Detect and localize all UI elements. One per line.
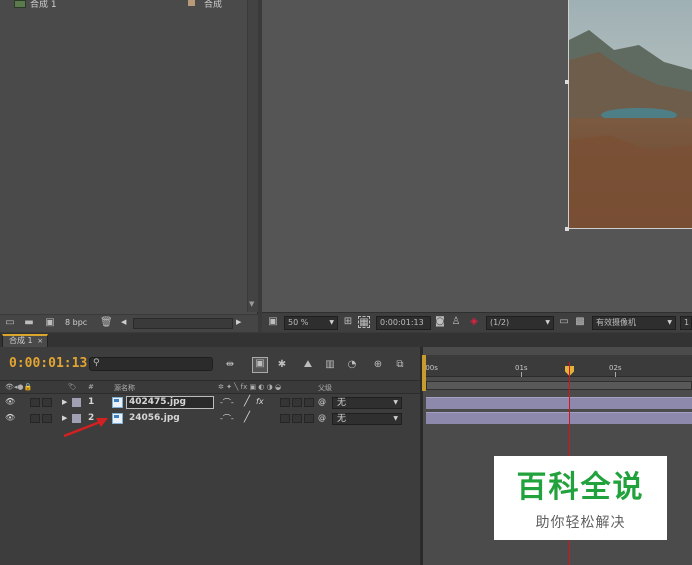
shy-switch-icon[interactable]: -⁠⌒-: [220, 413, 234, 424]
visibility-eye-icon[interactable]: 👁: [5, 397, 15, 406]
always-preview-icon[interactable]: ▣: [267, 316, 279, 328]
new-composition-icon[interactable]: ▣: [44, 317, 56, 329]
pick-whip-icon[interactable]: @: [318, 413, 326, 422]
audio-switch[interactable]: [30, 414, 40, 423]
layer-duration-bar[interactable]: [426, 412, 692, 424]
current-time-field[interactable]: 0:00:01:13: [376, 316, 431, 330]
layer-column-header: 👁◂●🔒 🏷 # 源名称 ✲ ✦ ╲ fx ▣ ◐ ◑ ◒ 父级: [0, 380, 420, 394]
project-panel: [0, 0, 258, 332]
image-file-icon: [112, 397, 123, 408]
scroll-right-arrow-icon[interactable]: ▶: [236, 318, 241, 326]
resolution-dropdown[interactable]: (1/2): [486, 316, 554, 330]
interpret-footage-icon[interactable]: ▭: [4, 317, 16, 329]
channel-icon[interactable]: ◈: [468, 316, 480, 328]
magnification-dropdown[interactable]: 50 %: [284, 316, 338, 330]
show-snapshot-icon[interactable]: ♙: [450, 316, 462, 328]
comp-mini-flowchart-icon[interactable]: ⇹: [224, 359, 236, 371]
transparency-grid-icon[interactable]: ▦: [358, 316, 370, 328]
parent-column-header[interactable]: 父级: [318, 383, 332, 393]
timeline-tab-bar: [0, 333, 692, 347]
close-tab-icon[interactable]: ×: [37, 337, 43, 345]
effects-switch-icon[interactable]: fx: [256, 397, 264, 406]
visibility-column-icon[interactable]: 👁◂●🔒: [5, 383, 32, 391]
label-column-icon[interactable]: 🏷: [68, 383, 77, 391]
layer-row[interactable]: 👁 ▶ 1 402475.jpg -⁠⌒- ╱ fx @ 无: [0, 396, 420, 410]
scroll-down-arrow-icon[interactable]: ▼: [249, 300, 254, 308]
label-color-swatch: [188, 0, 195, 6]
watermark-title: 百科全说: [516, 470, 645, 505]
motion-blur-switch[interactable]: [292, 398, 302, 407]
source-name-column-header[interactable]: 源名称: [114, 383, 135, 393]
ruler-tick: [615, 372, 616, 377]
audio-switch[interactable]: [30, 398, 40, 407]
hide-shy-layers-icon[interactable]: ⛰: [302, 359, 314, 371]
region-of-interest-icon[interactable]: ▭: [558, 316, 570, 328]
search-icon: ⚲: [93, 358, 100, 368]
motion-blur-switch[interactable]: [292, 414, 302, 423]
new-folder-icon[interactable]: ▬: [23, 317, 35, 329]
frame-blend-switch[interactable]: [280, 398, 290, 407]
layer-name[interactable]: 24056.jpg: [129, 413, 180, 423]
layer-handle[interactable]: [565, 80, 569, 84]
adjustment-switch[interactable]: [304, 398, 314, 407]
switches-column-icons[interactable]: ✲ ✦ ╲ fx ▣ ◐ ◑ ◒: [218, 383, 281, 391]
motion-blur-icon[interactable]: ◔: [346, 359, 358, 371]
horizontal-scrollbar[interactable]: [133, 318, 233, 329]
expand-arrow-icon[interactable]: ▶: [62, 398, 67, 406]
ruler-tick-label: 02s: [609, 364, 622, 372]
work-area-bar[interactable]: [426, 381, 692, 390]
visibility-eye-icon[interactable]: 👁: [5, 413, 15, 422]
layer-duration-bar[interactable]: [426, 397, 692, 409]
safe-zones-icon[interactable]: ⊞: [342, 316, 354, 328]
shy-switch-icon[interactable]: -⁠⌒-: [220, 397, 234, 408]
lock-switch[interactable]: [42, 414, 52, 423]
label-color[interactable]: [72, 398, 81, 407]
camera-dropdown[interactable]: 有效摄像机: [592, 316, 676, 330]
layer-search-input[interactable]: ⚲: [89, 357, 213, 371]
landscape-photo-layer[interactable]: [568, 0, 692, 229]
frame-blend-switch[interactable]: [280, 414, 290, 423]
tab-composition[interactable]: 合成 1 ×: [2, 334, 48, 347]
time-ruler[interactable]: :00s 01s 02s: [423, 355, 692, 377]
pick-whip-icon[interactable]: @: [318, 397, 326, 406]
watermark-subtitle: 助你轻松解决: [535, 515, 626, 531]
brainstorm-icon[interactable]: ⧉: [394, 359, 406, 371]
project-item-name: 合成 1: [30, 0, 57, 10]
quality-switch-icon[interactable]: ╱: [244, 412, 250, 423]
ruler-tick: [521, 372, 522, 377]
bit-depth-button[interactable]: 8 bpc: [65, 318, 87, 327]
watermark-badge: 百科全说 助你轻松解决: [494, 456, 667, 540]
project-scrollbar[interactable]: ▼: [247, 0, 258, 312]
parent-dropdown[interactable]: 无: [332, 397, 402, 409]
parent-dropdown[interactable]: 无: [332, 413, 402, 425]
number-column-header[interactable]: #: [88, 383, 94, 391]
current-time-display[interactable]: 0:00:01:13: [9, 356, 87, 371]
draft-3d-icon[interactable]: ✱: [276, 359, 288, 371]
quality-switch-icon[interactable]: ╱: [244, 396, 250, 407]
snapshot-icon[interactable]: ◙: [434, 316, 446, 328]
tab-label: 合成 1: [9, 336, 33, 345]
lock-switch[interactable]: [42, 398, 52, 407]
layer-index: 1: [88, 397, 95, 407]
scroll-left-arrow-icon[interactable]: ◀: [121, 318, 126, 326]
project-footer: ▭ ▬ ▣ 8 bpc 🗑 ◀ ▶: [0, 314, 258, 332]
viewer-footer-toolbar: ▣ 50 % ⊞ ▦ 0:00:01:13 ◙ ♙ ◈ (1/2) ▭ ▩ 有效…: [262, 312, 692, 332]
ruler-tick-label: 01s: [515, 364, 528, 372]
graph-editor-icon[interactable]: ⊕: [372, 359, 384, 371]
live-update-icon[interactable]: ▣: [252, 357, 268, 373]
frame-blending-icon[interactable]: ▥: [324, 359, 336, 371]
project-item-row[interactable]: 合成 1 合成: [0, 0, 258, 10]
toggle-transparency-icon[interactable]: ▩: [574, 316, 586, 328]
annotation-arrow: [63, 418, 108, 438]
layer-handle[interactable]: [565, 227, 569, 231]
view-layout-dropdown[interactable]: 1: [680, 316, 692, 330]
landscape-image: [569, 0, 692, 228]
layer-name[interactable]: 402475.jpg: [129, 397, 186, 407]
project-item-type: 合成: [204, 0, 223, 10]
composition-icon: [14, 0, 26, 8]
trash-icon[interactable]: 🗑: [100, 317, 113, 329]
adjustment-switch[interactable]: [304, 414, 314, 423]
